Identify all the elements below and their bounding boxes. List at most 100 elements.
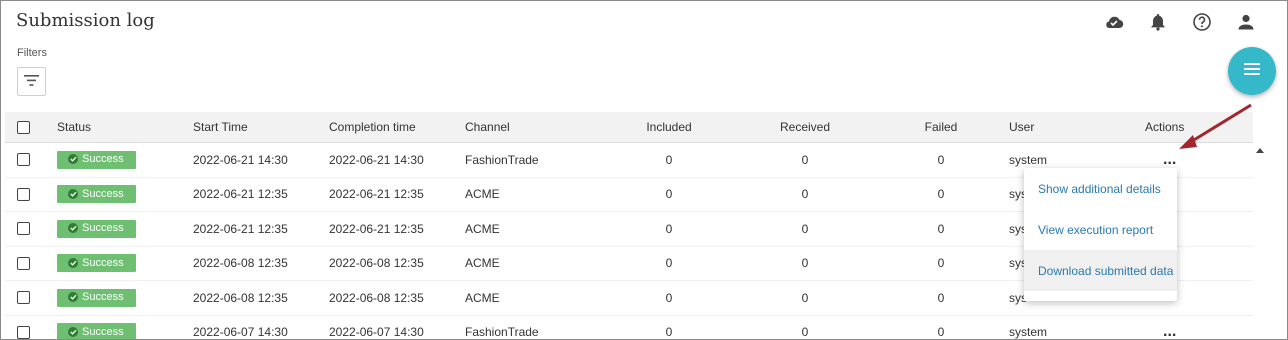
menu-icon [1244, 62, 1260, 80]
actions-cell: ... [1145, 324, 1245, 339]
check-circle-icon [68, 257, 78, 268]
header-failed[interactable]: Failed [873, 120, 1009, 134]
received-cell: 0 [801, 325, 809, 340]
menu-item-view-execution-report[interactable]: View execution report [1024, 209, 1177, 250]
completion-time-cell: 2022-06-08 12:35 [329, 290, 424, 305]
failed-cell: 0 [937, 152, 945, 167]
received-cell: 0 [801, 187, 809, 202]
status-badge: Success [57, 323, 136, 339]
status-cell: Success [57, 150, 193, 169]
row-checkbox-cell [5, 153, 57, 167]
status-cell: Success [57, 219, 193, 238]
status-badge: Success [57, 288, 136, 307]
row-checkbox[interactable] [17, 153, 30, 167]
select-all-checkbox[interactable] [17, 120, 30, 134]
status-label: Success [82, 256, 124, 269]
status-label: Success [82, 222, 124, 235]
check-circle-icon [68, 188, 78, 199]
page-title: Submission log [16, 10, 155, 31]
row-checkbox-cell [5, 291, 57, 305]
status-badge: Success [57, 219, 136, 238]
channel-cell: FashionTrade [465, 325, 539, 340]
bell-icon[interactable] [1147, 11, 1169, 33]
menu-fab-button[interactable] [1228, 47, 1276, 95]
received-cell: 0 [801, 152, 809, 167]
row-checkbox-cell [5, 256, 57, 270]
row-checkbox[interactable] [17, 222, 30, 236]
status-badge: Success [57, 185, 136, 204]
channel-cell: ACME [465, 187, 500, 202]
channel-cell: ACME [465, 221, 500, 236]
header-included[interactable]: Included [601, 120, 737, 134]
table-header: Status Start Time Completion time Channe… [5, 112, 1253, 143]
completion-time-cell: 2022-06-21 12:35 [329, 187, 424, 202]
channel-cell: FashionTrade [465, 152, 539, 167]
start-time-cell: 2022-06-08 12:35 [193, 256, 288, 271]
failed-cell: 0 [937, 221, 945, 236]
failed-cell: 0 [937, 187, 945, 202]
select-all-cell [5, 120, 57, 134]
header-completion-time[interactable]: Completion time [329, 120, 465, 134]
header-received[interactable]: Received [737, 120, 873, 134]
header-status[interactable]: Status [57, 120, 193, 134]
vertical-scrollbar[interactable] [1253, 144, 1267, 339]
menu-item-show-additional-details[interactable]: Show additional details [1024, 168, 1177, 209]
header-user[interactable]: User [1009, 120, 1145, 134]
row-checkbox[interactable] [17, 187, 30, 201]
submission-log-window: Submission log Filters Status Start Time [0, 0, 1288, 340]
annotation-arrow [1179, 103, 1252, 149]
completion-time-cell: 2022-06-07 14:30 [329, 325, 424, 340]
header-start-time[interactable]: Start Time [193, 120, 329, 134]
user-icon[interactable] [1235, 11, 1257, 33]
included-cell: 0 [665, 152, 673, 167]
completion-time-cell: 2022-06-08 12:35 [329, 256, 424, 271]
received-cell: 0 [801, 256, 809, 271]
menu-item-download-submitted-data[interactable]: Download submitted data [1024, 250, 1177, 291]
row-actions-menu: Show additional details View execution r… [1024, 168, 1177, 301]
status-cell: Success [57, 185, 193, 204]
status-label: Success [82, 291, 124, 304]
row-checkbox-cell [5, 187, 57, 201]
status-label: Success [82, 187, 124, 200]
status-cell: Success [57, 288, 193, 307]
header-channel[interactable]: Channel [465, 120, 601, 134]
failed-cell: 0 [937, 325, 945, 340]
received-cell: 0 [801, 221, 809, 236]
status-label: Success [82, 325, 124, 338]
channel-cell: ACME [465, 256, 500, 271]
check-circle-icon [68, 223, 78, 234]
received-cell: 0 [801, 290, 809, 305]
included-cell: 0 [665, 290, 673, 305]
help-icon[interactable] [1191, 11, 1213, 33]
failed-cell: 0 [937, 290, 945, 305]
row-checkbox[interactable] [17, 325, 30, 339]
check-circle-icon [68, 292, 78, 303]
check-circle-icon [68, 326, 78, 337]
included-cell: 0 [665, 325, 673, 340]
completion-time-cell: 2022-06-21 12:35 [329, 221, 424, 236]
start-time-cell: 2022-06-07 14:30 [193, 325, 288, 340]
failed-cell: 0 [937, 256, 945, 271]
start-time-cell: 2022-06-21 12:35 [193, 221, 288, 236]
included-cell: 0 [665, 256, 673, 271]
channel-cell: ACME [465, 290, 500, 305]
check-circle-icon [68, 154, 78, 165]
user-cell: system [1009, 325, 1048, 340]
top-toolbar [1103, 11, 1257, 33]
filter-button[interactable] [17, 67, 46, 96]
filters-label: Filters [17, 47, 47, 59]
row-checkbox[interactable] [17, 256, 30, 270]
row-checkbox-cell [5, 325, 57, 339]
row-checkbox[interactable] [17, 291, 30, 305]
completion-time-cell: 2022-06-21 14:30 [329, 152, 424, 167]
filter-icon [24, 73, 39, 91]
table-row[interactable]: Success 2022-06-07 14:30 2022-06-07 14:30 F… [5, 316, 1253, 340]
more-actions-button[interactable]: ... [1145, 324, 1176, 339]
cloud-icon[interactable] [1103, 11, 1125, 33]
status-cell: Success [57, 323, 193, 339]
status-cell: Success [57, 254, 193, 273]
status-badge: Success [57, 150, 136, 169]
included-cell: 0 [665, 187, 673, 202]
status-label: Success [82, 153, 124, 166]
row-checkbox-cell [5, 222, 57, 236]
